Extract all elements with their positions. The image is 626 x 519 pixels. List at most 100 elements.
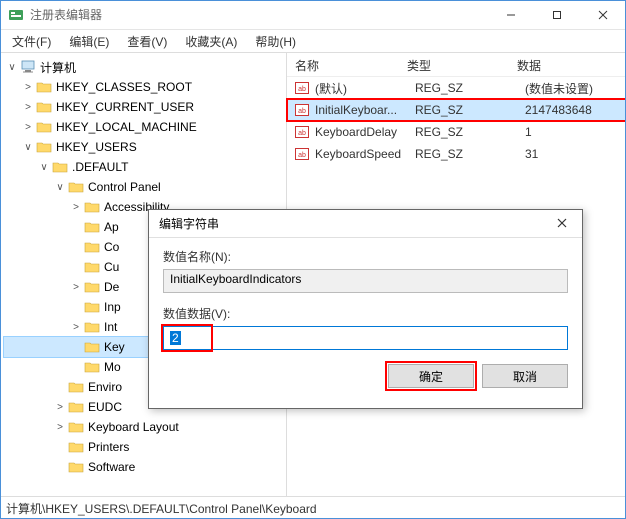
svg-text:ab: ab <box>298 86 306 93</box>
folder-icon <box>84 340 100 354</box>
folder-icon <box>84 200 100 214</box>
value-type: REG_SZ <box>407 143 517 165</box>
expand-toggle[interactable]: ∨ <box>36 162 52 173</box>
tree-hklm[interactable]: > HKEY_LOCAL_MACHINE <box>4 117 286 137</box>
tree-default[interactable]: ∨ .DEFAULT <box>4 157 286 177</box>
window-controls <box>488 0 626 29</box>
folder-icon <box>84 220 100 234</box>
tree-hku[interactable]: ∨HKEY_USERS <box>4 137 286 157</box>
edit-string-dialog: 编辑字符串 数值名称(N): InitialKeyboardIndicators… <box>148 209 583 409</box>
menubar: 文件(F) 编辑(E) 查看(V) 收藏夹(A) 帮助(H) <box>0 30 626 52</box>
expand-toggle[interactable]: > <box>20 122 36 133</box>
folder-icon <box>84 260 100 274</box>
list-row[interactable]: abInitialKeyboar...REG_SZ2147483648 <box>287 99 626 121</box>
status-bar: 计算机\HKEY_USERS\.DEFAULT\Control Panel\Ke… <box>0 496 626 519</box>
tree-label: Key <box>104 340 131 354</box>
tree-printers[interactable]: Printers <box>4 437 286 457</box>
expand-toggle[interactable]: > <box>20 82 36 93</box>
titlebar: 注册表编辑器 <box>0 0 626 30</box>
list-row[interactable]: abKeyboardDelayREG_SZ1 <box>287 121 626 143</box>
menu-help[interactable]: 帮助(H) <box>247 31 304 52</box>
expand-toggle[interactable]: ∨ <box>20 142 36 153</box>
tree-label: Inp <box>104 300 127 314</box>
value-name: KeyboardSpeed <box>313 147 407 161</box>
value-data-field[interactable]: 2 <box>163 326 568 350</box>
folder-icon <box>84 300 100 314</box>
tree-label: Cu <box>104 260 125 274</box>
close-button[interactable] <box>580 0 626 29</box>
app-icon <box>8 7 24 23</box>
tree-keyboard-layout[interactable]: > Keyboard Layout <box>4 417 286 437</box>
expand-toggle[interactable]: > <box>20 102 36 113</box>
dialog-title: 编辑字符串 <box>159 215 542 232</box>
folder-icon <box>84 320 100 334</box>
svg-text:ab: ab <box>298 152 306 159</box>
folder-icon <box>20 60 36 74</box>
string-value-icon: ab <box>293 124 311 140</box>
expand-toggle[interactable]: ∨ <box>4 62 20 73</box>
svg-text:ab: ab <box>298 108 306 115</box>
tree-label: EUDC <box>88 400 128 414</box>
menu-view[interactable]: 查看(V) <box>119 31 175 52</box>
tree-label: HKEY_LOCAL_MACHINE <box>56 120 203 134</box>
folder-icon <box>68 180 84 194</box>
folder-icon <box>36 80 52 94</box>
list-header: 名称 类型 数据 <box>287 53 626 77</box>
tree-label: Software <box>88 460 141 474</box>
value-name-label: 数值名称(N): <box>163 248 568 265</box>
dialog-close-button[interactable] <box>542 216 582 231</box>
value-name-field: InitialKeyboardIndicators <box>163 269 568 293</box>
list-row[interactable]: ab (默认)REG_SZ(数值未设置) <box>287 77 626 99</box>
cancel-button[interactable]: 取消 <box>482 364 568 388</box>
tree-label: 计算机 <box>40 59 82 76</box>
expand-toggle[interactable]: > <box>68 202 84 213</box>
tree-hkcu[interactable]: > HKEY_CURRENT_USER <box>4 97 286 117</box>
folder-icon <box>68 400 84 414</box>
col-type[interactable]: 类型 <box>399 53 509 76</box>
value-data-text: 2 <box>170 331 181 345</box>
string-value-icon: ab <box>293 146 311 162</box>
tree-label: Keyboard Layout <box>88 420 185 434</box>
expand-toggle[interactable]: > <box>52 402 68 413</box>
folder-icon <box>68 380 84 394</box>
value-type: REG_SZ <box>407 99 517 121</box>
tree-label: .DEFAULT <box>72 160 134 174</box>
value-data: (数值未设置) <box>517 76 626 101</box>
value-data: 31 <box>517 143 626 165</box>
col-data[interactable]: 数据 <box>509 53 626 76</box>
tree-label: Printers <box>88 440 135 454</box>
menu-edit[interactable]: 编辑(E) <box>61 31 117 52</box>
tree-hkcr[interactable]: > HKEY_CLASSES_ROOT <box>4 77 286 97</box>
list-row[interactable]: ab KeyboardSpeedREG_SZ31 <box>287 143 626 165</box>
expand-toggle[interactable]: > <box>68 282 84 293</box>
tree-label: Ap <box>104 220 125 234</box>
folder-icon <box>36 120 52 134</box>
col-name[interactable]: 名称 <box>287 53 399 76</box>
tree-control-panel[interactable]: ∨Control Panel <box>4 177 286 197</box>
minimize-button[interactable] <box>488 0 534 29</box>
tree-software[interactable]: Software <box>4 457 286 477</box>
folder-icon <box>68 420 84 434</box>
folder-icon <box>68 460 84 474</box>
tree-root-computer[interactable]: ∨ 计算机 <box>4 57 286 77</box>
maximize-button[interactable] <box>534 0 580 29</box>
value-data-label: 数值数据(V): <box>163 305 568 322</box>
value-data: 2147483648 <box>517 99 626 121</box>
expand-toggle[interactable]: ∨ <box>52 182 68 193</box>
svg-text:ab: ab <box>298 130 306 137</box>
value-name: (默认) <box>313 80 407 97</box>
menu-file[interactable]: 文件(F) <box>4 31 59 52</box>
expand-toggle[interactable]: > <box>68 322 84 333</box>
folder-icon <box>68 440 84 454</box>
folder-icon <box>36 140 52 154</box>
value-type: REG_SZ <box>407 77 517 99</box>
expand-toggle[interactable]: > <box>52 422 68 433</box>
folder-icon <box>52 160 68 174</box>
window-title: 注册表编辑器 <box>30 6 488 23</box>
menu-favorites[interactable]: 收藏夹(A) <box>177 31 245 52</box>
folder-icon <box>36 100 52 114</box>
tree-label: HKEY_CURRENT_USER <box>56 100 200 114</box>
dialog-titlebar[interactable]: 编辑字符串 <box>149 210 582 238</box>
tree-label: HKEY_CLASSES_ROOT <box>56 80 198 94</box>
ok-button[interactable]: 确定 <box>388 364 474 388</box>
